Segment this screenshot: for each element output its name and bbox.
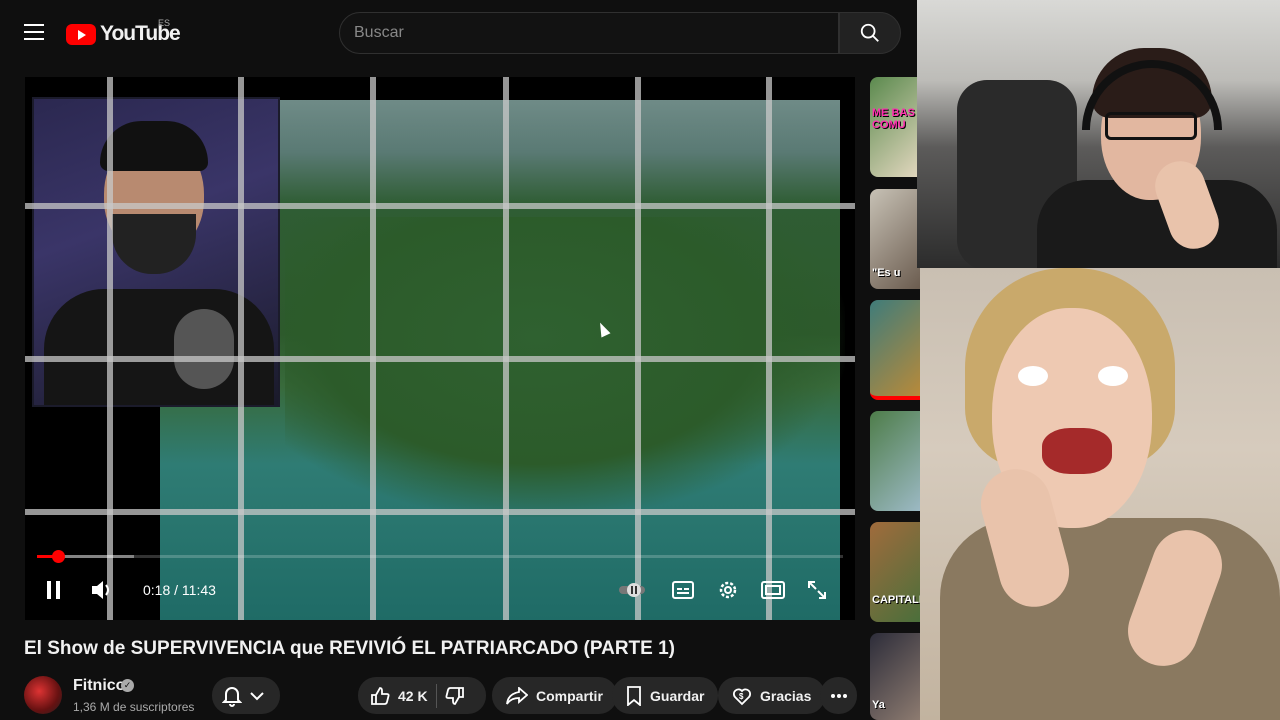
chevron-down-icon (250, 691, 264, 700)
grid-line (238, 77, 244, 620)
search-box[interactable] (339, 12, 839, 54)
thumbnail-text: CAPITALIS (872, 594, 920, 606)
grid-line (635, 77, 641, 620)
island-forest (285, 217, 845, 517)
thumbnail-text: "Es u (872, 267, 901, 279)
dislike-button[interactable] (445, 686, 465, 706)
channel-avatar[interactable] (24, 676, 62, 714)
recommended-thumbnail[interactable]: "Es u (870, 189, 920, 289)
grid-line (25, 509, 855, 515)
settings-icon (719, 581, 737, 599)
progress-scrubber[interactable] (51, 550, 65, 563)
thanks-label: Gracias (760, 687, 812, 704)
like-count: 42 K (398, 687, 428, 704)
share-icon (506, 686, 528, 705)
host-beard (112, 214, 196, 274)
host-microphone (174, 309, 234, 389)
save-button[interactable]: Guardar (612, 677, 719, 714)
recommended-thumbnail[interactable]: ME BAS COMU (870, 77, 920, 177)
volume-icon (92, 581, 109, 599)
fullscreen-button[interactable] (800, 573, 834, 607)
volume-button[interactable] (85, 573, 119, 607)
bell-icon (222, 686, 242, 707)
more-icon (830, 693, 847, 698)
pause-icon (47, 581, 60, 599)
notifications-button[interactable] (212, 677, 280, 714)
thumbnail-text: Ya (872, 699, 885, 711)
search-icon (860, 23, 879, 42)
verified-icon: ✓ (121, 679, 134, 692)
settings-button[interactable] (711, 573, 745, 607)
thumbnail-text: ME BAS COMU (872, 107, 915, 131)
grid-line (503, 77, 509, 620)
channel-name[interactable]: Fitnico (73, 677, 125, 695)
grid-line (25, 203, 855, 209)
autoplay-toggle[interactable] (615, 573, 649, 607)
autoplay-icon (619, 583, 645, 597)
fullscreen-icon (808, 581, 826, 599)
share-label: Compartir (536, 687, 603, 704)
pause-button[interactable] (37, 573, 71, 607)
menu-icon[interactable] (24, 24, 44, 42)
woman-eye (1018, 366, 1048, 386)
host-hair (100, 121, 208, 171)
search-button[interactable] (839, 12, 901, 54)
glasses (1105, 112, 1197, 140)
svg-text:$: $ (739, 692, 744, 701)
thanks-icon: $ (733, 688, 751, 705)
more-actions-button[interactable] (820, 677, 857, 714)
theater-mode-button[interactable] (756, 573, 790, 607)
recommended-thumbnail[interactable]: CAPITALIS (870, 522, 920, 622)
share-button[interactable]: Compartir (492, 677, 617, 714)
save-icon (627, 685, 641, 706)
grid-line (370, 77, 376, 620)
country-code: ES (158, 18, 171, 28)
recommended-thumbnail[interactable] (870, 411, 920, 511)
dislike-icon (445, 686, 464, 705)
video-player[interactable]: 0:18 / 11:43 (25, 77, 855, 620)
streamer-webcam (917, 0, 1280, 268)
grid-line (25, 356, 855, 362)
theater-icon (761, 581, 785, 599)
youtube-logo-icon (66, 23, 96, 45)
video-title: El Show de SUPERVIVENCIA que REVIVIÓ EL … (24, 638, 676, 659)
subtitles-icon (672, 581, 694, 599)
save-label: Guardar (650, 687, 705, 704)
search-input[interactable] (354, 24, 824, 42)
grid-line (766, 77, 772, 620)
recommended-thumbnail[interactable]: Ya (870, 633, 920, 720)
woman-mouth (1042, 428, 1112, 474)
subtitles-button[interactable] (666, 573, 700, 607)
subscriber-count: 1,36 M de suscriptores (73, 700, 195, 714)
like-icon (371, 686, 390, 705)
progress-bar[interactable] (37, 555, 843, 558)
grid-line (107, 77, 113, 620)
reaction-clip (920, 268, 1280, 720)
like-dislike-group: 42 K (358, 677, 486, 714)
recommended-thumbnail[interactable] (870, 300, 920, 400)
time-display: 0:18 / 11:43 (143, 582, 216, 598)
thanks-button[interactable]: $ Gracias (718, 677, 826, 714)
divider (435, 683, 437, 708)
like-button[interactable]: 42 K (370, 686, 428, 706)
woman-eye (1098, 366, 1128, 386)
